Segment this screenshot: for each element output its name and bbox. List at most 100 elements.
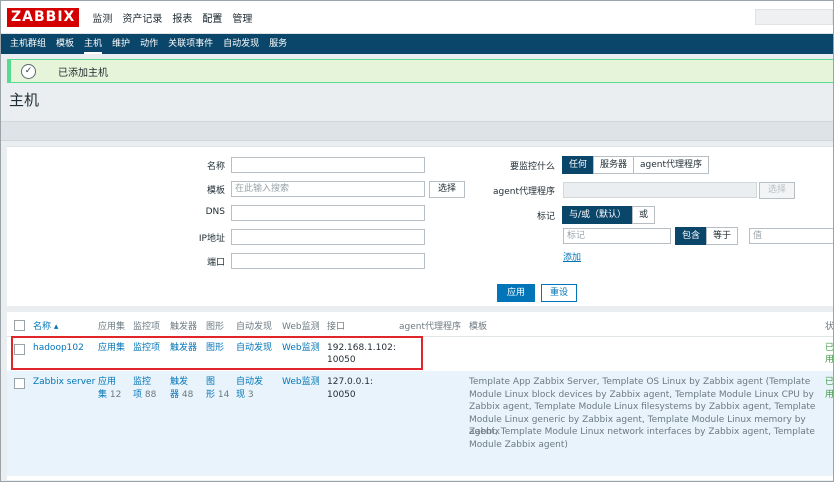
col-discovery-header: 自动发现 xyxy=(236,322,273,332)
status-enabled-cont[interactable]: 用 xyxy=(825,389,833,402)
applications-link-line2[interactable]: 集 12 xyxy=(98,389,121,402)
tags-eval-toggle: 与/或（默认） 或 xyxy=(562,206,656,224)
graphs-link[interactable]: 图 xyxy=(206,376,215,389)
status-enabled-cont[interactable]: 用 xyxy=(825,354,833,367)
status-enabled[interactable]: 已 xyxy=(825,376,833,389)
monitored-by-label: 要监控什么 xyxy=(509,162,555,172)
status-enabled[interactable]: 已 xyxy=(825,342,833,355)
template-line[interactable]: Module Zabbix agent) xyxy=(469,439,568,452)
add-tag-link[interactable]: 添加 xyxy=(563,250,581,263)
monitored-by-server[interactable]: 服务器 xyxy=(593,156,635,174)
template-line[interactable]: agent, Template Module Linux network int… xyxy=(469,426,815,439)
filter-panel: 名称 模板 在此输入搜索 选择 DNS IP地址 端口 要监控什么 任何 服务器… xyxy=(7,146,833,306)
port-input[interactable] xyxy=(231,253,425,269)
discovery-link-line2[interactable]: 现 3 xyxy=(236,389,254,402)
subnav-templates[interactable]: 模板 xyxy=(51,34,79,54)
zabbix-logo[interactable]: ZABBIX xyxy=(7,7,80,27)
template-line[interactable]: Zabbix agent, Template Module Linux file… xyxy=(469,401,815,414)
menu-inventory[interactable]: 资产记录 xyxy=(117,10,167,25)
subnav-maintenance[interactable]: 维护 xyxy=(107,34,135,54)
col-templates-header: 模板 xyxy=(469,322,488,332)
menu-monitoring[interactable]: 监测 xyxy=(87,10,117,25)
tag-value-input[interactable]: 值 xyxy=(749,228,833,244)
ip-input[interactable] xyxy=(231,229,425,245)
success-message: ✓ 已添加主机 xyxy=(7,59,833,83)
interface-line2: 10050 xyxy=(327,389,356,400)
template-line[interactable]: Template App Zabbix Server, Template OS … xyxy=(469,376,810,389)
col-status-header: 状 xyxy=(825,322,834,332)
template-label: 模板 xyxy=(206,186,225,196)
page-title: 主机 xyxy=(9,91,40,109)
host-name-link[interactable]: Zabbix server xyxy=(33,376,95,389)
applications-link[interactable]: 应用 xyxy=(98,376,116,389)
interface-line1: 127.0.0.1: xyxy=(327,377,373,387)
new-host-highlight-box xyxy=(11,336,423,370)
subnav-hosts[interactable]: 主机 xyxy=(79,34,107,54)
items-link-text[interactable]: 项 xyxy=(133,390,142,400)
tags-eval-or[interactable]: 或 xyxy=(632,206,656,224)
triggers-count: 48 xyxy=(181,389,194,400)
dns-label: DNS xyxy=(205,207,225,217)
template-select-button[interactable]: 选择 xyxy=(429,181,465,198)
tag-operator-toggle: 包含 等于 xyxy=(675,227,739,245)
col-name-header[interactable]: 名称 ▴ xyxy=(33,319,58,332)
filter-tab-strip xyxy=(1,121,833,141)
items-link[interactable]: 监控 xyxy=(133,376,151,389)
graphs-count: 14 xyxy=(217,389,230,400)
menu-configuration[interactable]: 配置 xyxy=(197,10,227,25)
subnav-services[interactable]: 服务 xyxy=(264,34,292,54)
items-link-line2[interactable]: 项 88 xyxy=(133,389,156,402)
proxy-input[interactable] xyxy=(563,182,757,198)
reset-button[interactable]: 重设 xyxy=(541,284,577,302)
name-input[interactable] xyxy=(231,157,425,173)
graphs-link-line2[interactable]: 形 14 xyxy=(206,389,229,402)
tag-op-equals[interactable]: 等于 xyxy=(706,227,739,245)
triggers-link-text[interactable]: 器 xyxy=(170,390,179,400)
template-input[interactable]: 在此输入搜索 xyxy=(231,181,425,197)
triggers-link-line2[interactable]: 器 48 xyxy=(170,389,193,402)
top-bar: ZABBIX 监测 资产记录 报表 配置 管理 xyxy=(1,1,833,34)
tag-name-input[interactable]: 标记 xyxy=(563,228,671,244)
template-line[interactable]: Module Linux block devices by Zabbix age… xyxy=(469,389,814,402)
applications-count: 12 xyxy=(109,389,122,400)
col-proxy-header: agent代理程序 xyxy=(399,322,461,332)
global-search-input[interactable] xyxy=(755,9,833,25)
dns-input[interactable] xyxy=(231,205,425,221)
ip-label: IP地址 xyxy=(198,234,225,244)
discovery-link[interactable]: 自动发 xyxy=(236,376,263,389)
hosts-table: 名称 ▴ 应用集 监控项 触发器 图形 自动发现 Web监测 接口 agent代… xyxy=(7,312,834,480)
monitored-by-any[interactable]: 任何 xyxy=(562,156,595,174)
discovery-count: 3 xyxy=(247,389,254,400)
applications-link-text[interactable]: 集 xyxy=(98,390,107,400)
success-message-text: 已添加主机 xyxy=(58,67,108,79)
subnav-event-correlation[interactable]: 关联项事件 xyxy=(163,34,218,54)
web-link[interactable]: Web监测 xyxy=(282,376,320,389)
app-frame: ZABBIX 监测 资产记录 报表 配置 管理 主机群组 模板 主机 维护 动作… xyxy=(0,0,834,482)
col-applications-header: 应用集 xyxy=(98,322,126,332)
col-graphs-header: 图形 xyxy=(206,322,225,332)
menu-reports[interactable]: 报表 xyxy=(167,10,197,25)
menu-administration[interactable]: 管理 xyxy=(227,10,257,25)
tag-op-contains[interactable]: 包含 xyxy=(675,227,708,245)
subnav-actions[interactable]: 动作 xyxy=(135,34,163,54)
apply-button[interactable]: 应用 xyxy=(497,284,535,302)
tags-label: 标记 xyxy=(536,212,555,222)
col-web-header: Web监测 xyxy=(282,322,320,332)
graphs-link-text[interactable]: 形 xyxy=(206,390,215,400)
sub-nav: 主机群组 模板 主机 维护 动作 关联项事件 自动发现 服务 xyxy=(1,34,833,54)
triggers-link[interactable]: 触发 xyxy=(170,376,188,389)
select-all-checkbox[interactable] xyxy=(14,320,25,331)
items-count: 88 xyxy=(144,389,157,400)
col-triggers-header: 触发器 xyxy=(170,322,198,332)
proxy-select-button[interactable]: 选择 xyxy=(759,182,795,199)
main-menu: 监测 资产记录 报表 配置 管理 xyxy=(87,10,257,25)
row-checkbox[interactable] xyxy=(14,378,25,389)
tags-eval-and-or[interactable]: 与/或（默认） xyxy=(562,206,634,224)
port-label: 端口 xyxy=(206,258,225,268)
discovery-link-text[interactable]: 现 xyxy=(236,390,245,400)
proxy-label: agent代理程序 xyxy=(493,187,555,197)
col-items-header: 监控项 xyxy=(133,322,161,332)
subnav-host-groups[interactable]: 主机群组 xyxy=(5,34,51,54)
subnav-discovery[interactable]: 自动发现 xyxy=(218,34,264,54)
monitored-by-proxy[interactable]: agent代理程序 xyxy=(633,156,710,174)
